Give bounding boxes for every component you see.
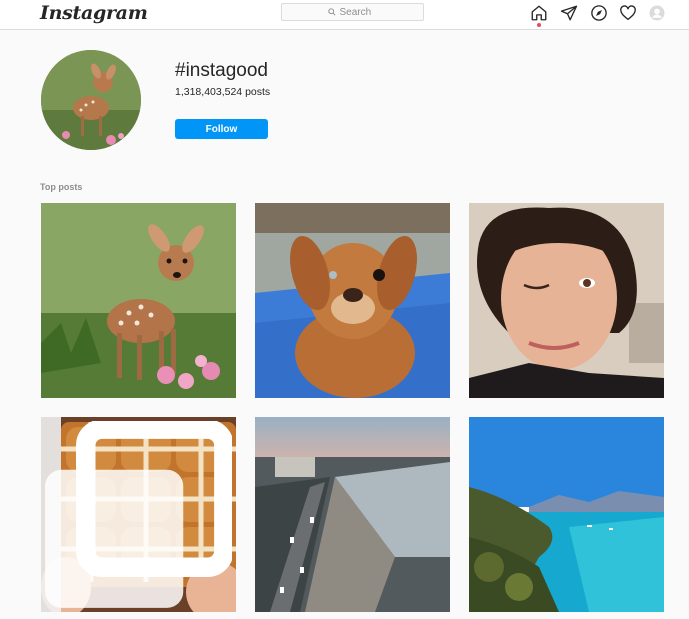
post-dog[interactable] — [255, 203, 450, 398]
post-hot-cross-buns[interactable] — [41, 417, 236, 612]
activity-heart-icon[interactable] — [619, 4, 637, 22]
post-city-waterfront[interactable] — [255, 417, 450, 612]
profile-avatar-icon[interactable] — [648, 4, 666, 22]
top-posts-heading: Top posts — [40, 182, 83, 192]
search-input[interactable] — [339, 6, 378, 18]
multiple-posts-icon — [45, 421, 232, 608]
search-box[interactable] — [281, 3, 424, 21]
post-fawn[interactable] — [41, 203, 236, 398]
top-navigation-bar: Instagram — [0, 0, 689, 30]
post-woman-winking[interactable] — [469, 203, 664, 398]
search-icon — [327, 8, 336, 16]
direct-icon[interactable] — [560, 4, 578, 22]
notification-dot — [537, 23, 541, 27]
posts-count: 1,318,403,524 posts — [175, 86, 271, 98]
explore-icon[interactable] — [590, 4, 608, 22]
post-turquoise-bay[interactable] — [469, 417, 664, 612]
follow-button[interactable]: Follow — [175, 119, 268, 139]
home-icon[interactable] — [530, 4, 548, 22]
instagram-logo[interactable]: Instagram — [40, 2, 148, 24]
hashtag-avatar-fawn — [41, 50, 141, 150]
hashtag-title: #instagood — [175, 60, 268, 81]
